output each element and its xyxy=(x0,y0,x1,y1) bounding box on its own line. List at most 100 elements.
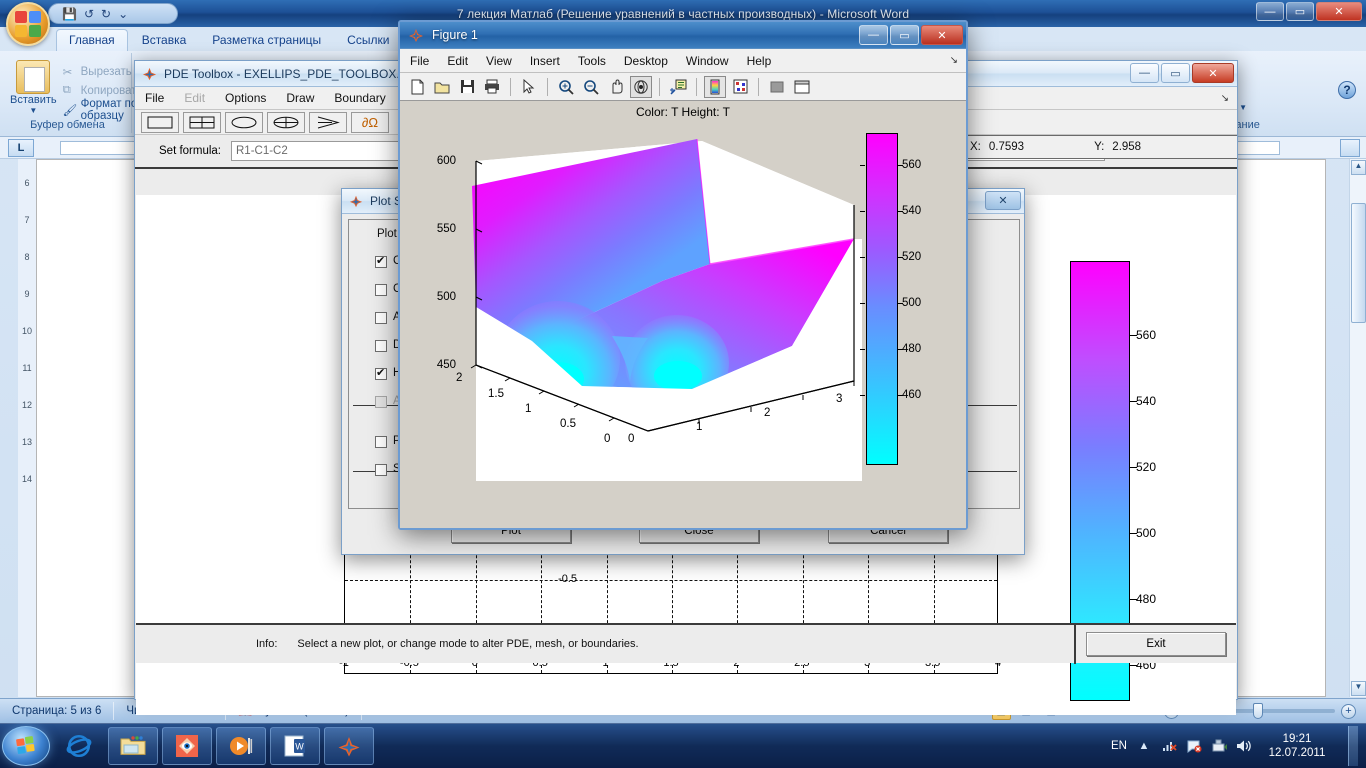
show-plot-tools-icon[interactable] xyxy=(791,76,813,98)
pde-minimize-button[interactable]: — xyxy=(1130,63,1159,83)
surface-plot[interactable] xyxy=(462,131,862,481)
redo-icon[interactable]: ↻ xyxy=(101,7,111,21)
chevron-down-icon[interactable]: ▼ xyxy=(1239,103,1247,112)
toolbar-separator xyxy=(547,78,548,96)
scrollbar-thumb[interactable] xyxy=(1351,203,1366,323)
insert-legend-icon[interactable] xyxy=(667,76,689,98)
figure-menu-help[interactable]: Help xyxy=(747,54,772,68)
word-minimize-button[interactable]: — xyxy=(1256,2,1284,21)
zoom-in-button[interactable]: + xyxy=(1341,704,1356,719)
figure-maximize-button[interactable]: ▭ xyxy=(890,25,919,45)
office-orb-button[interactable] xyxy=(6,2,50,46)
page-indicator[interactable]: Страница: 5 из 6 xyxy=(0,702,114,720)
ribbon-tab-insert[interactable]: Вставка xyxy=(130,30,199,51)
checkbox-show-mesh[interactable] xyxy=(375,464,387,476)
matlab-icon[interactable] xyxy=(324,727,374,765)
undo-icon[interactable]: ↺ xyxy=(84,7,94,21)
figure-window-buttons: — ▭ ✕ xyxy=(859,25,963,45)
exit-button[interactable]: Exit xyxy=(1086,632,1226,656)
figure-minimize-button[interactable]: — xyxy=(859,25,888,45)
rotate-3d-icon[interactable] xyxy=(630,76,652,98)
clipboard-group-label: Буфер обмена xyxy=(4,119,131,131)
checkbox-height[interactable] xyxy=(375,368,387,380)
pde-menu-corner-icon[interactable]: ↘ xyxy=(1221,93,1229,104)
file-explorer-icon[interactable] xyxy=(108,727,158,765)
rectangle-tool-button[interactable] xyxy=(141,112,179,133)
figure-close-button[interactable]: ✕ xyxy=(921,25,963,45)
show-desktop-button[interactable] xyxy=(1348,726,1358,766)
figure-menu-window[interactable]: Window xyxy=(686,54,729,68)
word-maximize-button[interactable]: ▭ xyxy=(1286,2,1314,21)
pde-close-button[interactable]: ✕ xyxy=(1192,63,1234,83)
scroll-up-arrow-icon[interactable]: ▲ xyxy=(1351,160,1366,175)
action-center-icon[interactable] xyxy=(1186,738,1202,754)
safely-remove-hardware-icon[interactable] xyxy=(1211,738,1227,754)
zoom-slider-handle[interactable] xyxy=(1253,703,1263,719)
checkbox-deformed-mesh[interactable] xyxy=(375,340,387,352)
figure-menu-edit[interactable]: Edit xyxy=(447,54,468,68)
paste-button[interactable]: Вставить ▼ xyxy=(10,60,57,119)
start-orb-icon[interactable] xyxy=(2,726,50,766)
document-scrollbar[interactable]: ▲ ▼ xyxy=(1349,159,1366,697)
show-hidden-icons-icon[interactable]: ▲ xyxy=(1136,738,1152,754)
new-figure-icon[interactable] xyxy=(406,76,428,98)
y-tick-label: 1 xyxy=(525,403,531,415)
zoom-in-icon[interactable] xyxy=(555,76,577,98)
pde-menu-options[interactable]: Options xyxy=(225,91,266,105)
data-cursor-icon[interactable] xyxy=(729,76,751,98)
clock[interactable]: 19:21 12.07.2011 xyxy=(1261,732,1333,760)
plot-selection-close-button[interactable]: ✕ xyxy=(985,191,1021,210)
figure-menu-tools[interactable]: Tools xyxy=(578,54,606,68)
pde-menu-draw[interactable]: Draw xyxy=(286,91,314,105)
rectangle-centered-tool-button[interactable] xyxy=(183,112,221,133)
pde-maximize-button[interactable]: ▭ xyxy=(1161,63,1190,83)
volume-icon[interactable] xyxy=(1236,738,1252,754)
ribbon-tab-home[interactable]: Главная xyxy=(56,29,128,51)
print-figure-icon[interactable] xyxy=(481,76,503,98)
open-file-icon[interactable] xyxy=(431,76,453,98)
pde-colorbar-label: 480 xyxy=(1136,592,1156,606)
checkbox-arrows[interactable] xyxy=(375,312,387,324)
chevron-down-icon[interactable]: ▼ xyxy=(29,106,37,115)
language-indicator[interactable]: EN xyxy=(1111,740,1127,752)
pointer-icon[interactable] xyxy=(518,76,540,98)
image-viewer-icon[interactable] xyxy=(162,727,212,765)
tab-stop-selector[interactable]: L xyxy=(8,139,34,157)
zoom-out-icon[interactable] xyxy=(580,76,602,98)
save-figure-icon[interactable] xyxy=(456,76,478,98)
pde-menu-file[interactable]: File xyxy=(145,91,164,105)
cut-button[interactable]: ✂ Вырезать xyxy=(63,62,143,81)
ruler-end-marker xyxy=(1340,139,1360,157)
insert-colorbar-icon[interactable] xyxy=(704,76,726,98)
save-icon[interactable]: 💾 xyxy=(62,7,77,21)
boundary-mode-tool-button[interactable]: ∂Ω xyxy=(351,112,389,133)
qat-more-icon[interactable]: ⌄ xyxy=(118,7,128,21)
pan-icon[interactable] xyxy=(605,76,627,98)
figure-menu-corner-icon[interactable]: ↘ xyxy=(950,55,958,66)
ribbon-tab-references[interactable]: Ссылки xyxy=(335,30,401,51)
format-painter-button[interactable]: 🖌 Формат по образцу xyxy=(63,100,143,119)
ribbon-tab-page-layout[interactable]: Разметка страницы xyxy=(200,30,333,51)
word-close-button[interactable]: ✕ xyxy=(1316,2,1362,21)
figure-menu-view[interactable]: View xyxy=(486,54,512,68)
pde-y-value: 2.958 xyxy=(1104,141,1141,153)
microsoft-word-icon[interactable]: W xyxy=(270,727,320,765)
checkbox-color[interactable] xyxy=(375,256,387,268)
hide-plot-tools-icon[interactable] xyxy=(766,76,788,98)
figure-plot-area[interactable]: Color: T Height: T xyxy=(400,101,966,528)
media-player-icon[interactable] xyxy=(216,727,266,765)
checkbox-plot-xy-grid[interactable] xyxy=(375,436,387,448)
help-icon[interactable]: ? xyxy=(1338,81,1356,99)
z-tick-label: 600 xyxy=(422,155,456,167)
pde-menu-boundary[interactable]: Boundary xyxy=(334,91,385,105)
polygon-tool-button[interactable] xyxy=(309,112,347,133)
figure-menu-file[interactable]: File xyxy=(410,54,429,68)
internet-explorer-icon[interactable] xyxy=(54,727,104,765)
figure-menu-desktop[interactable]: Desktop xyxy=(624,54,668,68)
ellipse-centered-tool-button[interactable] xyxy=(267,112,305,133)
scroll-down-arrow-icon[interactable]: ▼ xyxy=(1351,681,1366,696)
network-icon[interactable] xyxy=(1161,738,1177,754)
figure-menu-insert[interactable]: Insert xyxy=(530,54,560,68)
checkbox-contour[interactable] xyxy=(375,284,387,296)
ellipse-tool-button[interactable] xyxy=(225,112,263,133)
